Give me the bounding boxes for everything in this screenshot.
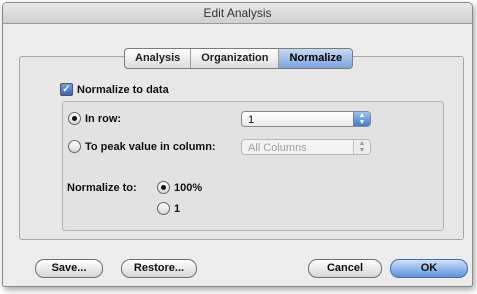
tab-analysis[interactable]: Analysis bbox=[125, 49, 192, 68]
in-row-radio-row[interactable]: In row: bbox=[68, 112, 121, 125]
normalize-checkbox-label: Normalize to data bbox=[77, 83, 169, 96]
tab-organization[interactable]: Organization bbox=[191, 49, 280, 68]
normalize-1-radio[interactable] bbox=[157, 202, 170, 215]
in-row-label: In row: bbox=[85, 112, 122, 125]
normalize-to-label: Normalize to: bbox=[67, 182, 137, 194]
normalize-100-label: 100% bbox=[174, 181, 203, 194]
in-row-radio[interactable] bbox=[68, 112, 81, 125]
restore-button[interactable]: Restore... bbox=[121, 259, 197, 278]
tab-normalize[interactable]: Normalize bbox=[279, 49, 353, 68]
peak-value-radio-row[interactable]: To peak value in column: bbox=[68, 140, 216, 153]
peak-value-radio[interactable] bbox=[68, 140, 81, 153]
updown-arrows-icon: ▲ ▼ bbox=[353, 140, 370, 154]
normalize-1-label: 1 bbox=[174, 202, 181, 215]
normalize-to-data-checkbox-row[interactable]: ✓ Normalize to data bbox=[60, 83, 169, 96]
cancel-button[interactable]: Cancel bbox=[308, 259, 382, 278]
save-button[interactable]: Save... bbox=[35, 259, 103, 278]
normalize-1-radio-row[interactable]: 1 bbox=[157, 202, 180, 215]
updown-arrows-icon: ▲ ▼ bbox=[353, 112, 370, 126]
window-title: Edit Analysis bbox=[3, 3, 472, 24]
row-select-value: 1 bbox=[248, 114, 255, 126]
column-select-value: All Columns bbox=[248, 142, 307, 154]
edit-analysis-window: Edit Analysis Analysis Organization Norm… bbox=[2, 2, 473, 287]
tab-bar: Analysis Organization Normalize bbox=[124, 48, 354, 69]
peak-value-label: To peak value in column: bbox=[85, 140, 216, 153]
column-select-popup[interactable]: All Columns ▲ ▼ bbox=[241, 139, 371, 155]
normalize-100-radio-row[interactable]: 100% bbox=[157, 181, 202, 194]
ok-button[interactable]: OK bbox=[390, 259, 468, 278]
row-select-popup[interactable]: 1 ▲ ▼ bbox=[241, 111, 371, 127]
normalize-checkbox[interactable]: ✓ bbox=[60, 83, 73, 96]
normalize-100-radio[interactable] bbox=[157, 181, 170, 194]
